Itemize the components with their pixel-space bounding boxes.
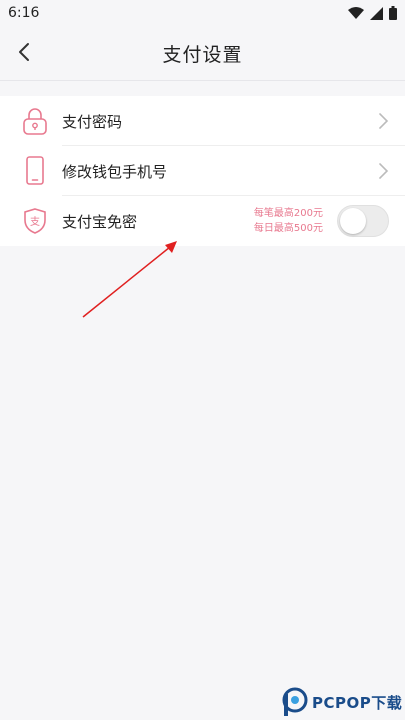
settings-item-label: 支付宝免密 [62,213,138,231]
status-icons [348,6,397,20]
chevron-right-icon [379,163,389,179]
svg-text:支: 支 [30,216,40,228]
signal-icon [370,6,383,20]
battery-icon [389,6,397,20]
header: 支付设置 [0,26,405,81]
toggle-knob [340,208,366,234]
alipay-password-free-toggle[interactable] [337,205,389,237]
settings-item-label: 修改钱包手机号 [62,163,168,181]
status-time: 6:16 [8,5,40,21]
watermark-brand: PCPOP下载 [312,693,403,712]
settings-item-wallet-phone[interactable]: 修改钱包手机号 [0,146,405,196]
limit-per-transaction: 每笔最高200元 [253,208,323,219]
watermark: PCPOP下载 [280,684,405,720]
phone-icon [20,156,50,186]
settings-list: 支付密码 修改钱包手机号 支 支付宝免密 每笔最高200元 每日最高500元 [0,96,405,246]
alipay-shield-icon: 支 [20,206,50,236]
limit-notes: 每笔最高200元 每日最高500元 [254,206,323,236]
wifi-icon [348,6,364,19]
settings-item-payment-password[interactable]: 支付密码 [0,96,405,146]
status-bar: 6:16 [0,0,405,26]
limit-per-day: 每日最高500元 [253,223,323,234]
lock-icon [20,106,50,136]
chevron-right-icon [379,113,389,129]
settings-item-alipay-password-free: 支 支付宝免密 每笔最高200元 每日最高500元 [0,196,405,246]
pcpop-logo-icon [282,687,308,716]
settings-item-label: 支付密码 [62,113,123,131]
page-title: 支付设置 [162,44,243,66]
